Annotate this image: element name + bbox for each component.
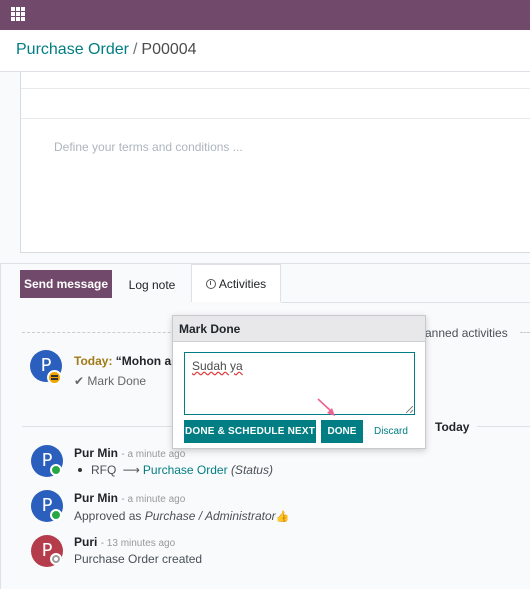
breadcrumb-parent-link[interactable]: Purchase Order bbox=[16, 41, 129, 58]
online-status-icon bbox=[50, 509, 62, 521]
message-text: Approved as bbox=[74, 509, 142, 523]
mark-done-link[interactable]: ✔ Mark Done bbox=[74, 374, 146, 388]
apps-grid-icon[interactable] bbox=[11, 7, 25, 21]
thumbs-up-icon: 👍 bbox=[275, 511, 290, 523]
new-value: Purchase Order bbox=[142, 463, 228, 477]
done-button[interactable]: DONE bbox=[321, 420, 363, 443]
breadcrumb: Purchase Order / P00004 bbox=[16, 41, 197, 59]
planned-activities-separator-right bbox=[520, 332, 530, 333]
breadcrumb-separator: / bbox=[132, 41, 138, 58]
message-author: Puri - 13 minutes ago bbox=[74, 535, 175, 549]
send-message-button[interactable]: Send message bbox=[20, 270, 112, 298]
breadcrumb-current: P00004 bbox=[141, 41, 197, 58]
clock-icon bbox=[205, 279, 216, 289]
arrow-right-icon: ⟶ bbox=[122, 463, 140, 477]
message-time: - a minute ago bbox=[121, 449, 186, 460]
mark-done-popover: Mark Done Sudah ya DONE & SCHEDULE NEXT … bbox=[172, 315, 426, 449]
divider bbox=[21, 88, 530, 89]
author-name[interactable]: Pur Min bbox=[74, 491, 118, 505]
today-separator-line bbox=[477, 426, 530, 427]
offline-status-icon bbox=[50, 553, 62, 565]
popover-title: Mark Done bbox=[173, 316, 425, 342]
tracking-value: RFQ ⟶ Purchase Order (Status) bbox=[74, 463, 273, 477]
message-author: Pur Min - a minute ago bbox=[74, 446, 185, 460]
control-panel: Purchase Order / P00004 bbox=[0, 30, 530, 72]
annotation-arrow-icon bbox=[317, 398, 335, 416]
log-note-button[interactable]: Log note bbox=[116, 270, 188, 300]
activities-button[interactable]: Activities bbox=[191, 264, 281, 302]
message-body: Approved as Purchase / Administrator👍 bbox=[74, 509, 289, 523]
done-schedule-next-button[interactable]: DONE & SCHEDULE NEXT bbox=[184, 420, 316, 443]
message-emphasis: Purchase / Administrator bbox=[144, 509, 276, 523]
message-time: - 13 minutes ago bbox=[100, 538, 176, 549]
divider bbox=[21, 118, 530, 119]
form-sheet: Define your terms and conditions ... bbox=[20, 72, 530, 253]
check-icon: ✔ bbox=[74, 374, 85, 388]
message-time: - a minute ago bbox=[121, 494, 186, 505]
chatter-tab-divider bbox=[281, 302, 530, 303]
activity-summary: Today: “Mohon ap bbox=[74, 354, 178, 368]
discard-button[interactable]: Discard bbox=[374, 426, 408, 437]
online-status-icon bbox=[50, 464, 62, 476]
activity-type-icon bbox=[47, 370, 62, 385]
terms-conditions-field[interactable]: Define your terms and conditions ... bbox=[54, 140, 243, 154]
message-body: Purchase Order created bbox=[74, 552, 203, 566]
feedback-textarea[interactable]: Sudah ya bbox=[184, 352, 415, 415]
chatter-left-rule bbox=[0, 263, 1, 589]
activity-due-label: Today: bbox=[74, 354, 113, 368]
bullet-icon bbox=[78, 468, 82, 472]
planned-activities-label[interactable]: anned activities bbox=[425, 326, 508, 340]
resize-handle-icon[interactable] bbox=[406, 406, 413, 413]
activity-title: “Mohon ap bbox=[115, 354, 179, 368]
activities-label: Activities bbox=[218, 277, 267, 291]
message-author: Pur Min - a minute ago bbox=[74, 491, 185, 505]
mark-done-label: Mark Done bbox=[87, 374, 147, 388]
author-name[interactable]: Puri bbox=[74, 535, 97, 549]
today-separator-line bbox=[22, 426, 172, 427]
today-separator-label: Today bbox=[435, 420, 470, 434]
top-navbar bbox=[0, 0, 530, 30]
tracked-field: (Status) bbox=[230, 463, 273, 477]
author-name[interactable]: Pur Min bbox=[74, 446, 118, 460]
feedback-text: Sudah ya bbox=[192, 359, 243, 373]
old-value: RFQ bbox=[91, 463, 117, 477]
